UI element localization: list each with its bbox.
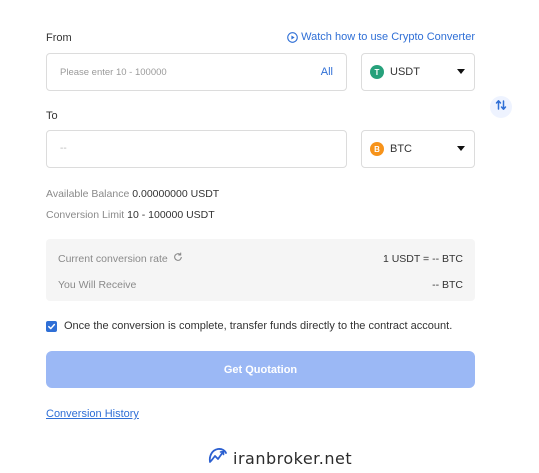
conversion-history-link[interactable]: Conversion History [46, 408, 139, 420]
play-circle-icon [287, 31, 298, 43]
conversion-limit: Conversion Limit 10 - 100000 USDT [46, 209, 215, 221]
limit-label: Conversion Limit [46, 209, 125, 221]
all-button[interactable]: All [321, 66, 333, 78]
receive-row: You Will Receive -- BTC [58, 279, 463, 291]
available-balance: Available Balance 0.00000000 USDT [46, 188, 219, 200]
transfer-text: Once the conversion is complete, transfe… [64, 320, 453, 332]
from-label: From [46, 32, 72, 44]
watch-tutorial-label: Watch how to use Crypto Converter [301, 31, 475, 43]
amount-input[interactable]: Please enter 10 - 100000 All [46, 53, 347, 91]
swap-button[interactable] [490, 96, 512, 118]
current-rate-label: Current conversion rate [58, 252, 168, 265]
watermark-text: iranbroker.net [233, 449, 353, 468]
receive-value: -- BTC [432, 279, 463, 291]
from-currency-label: USDT [390, 66, 420, 78]
current-rate-row: Current conversion rate 1 USDT = -- BTC [58, 252, 463, 265]
rate-panel: Current conversion rate 1 USDT = -- BTC … [46, 239, 475, 301]
balance-label: Available Balance [46, 188, 130, 200]
watch-tutorial-link[interactable]: Watch how to use Crypto Converter [287, 31, 475, 43]
transfer-checkbox[interactable] [46, 320, 57, 332]
swap-arrows-icon [495, 98, 507, 116]
to-currency-select[interactable]: B BTC [361, 130, 475, 168]
receive-placeholder: -- [60, 143, 67, 154]
transfer-option: Once the conversion is complete, transfe… [46, 320, 452, 332]
refresh-icon[interactable] [173, 252, 183, 265]
receive-label: You Will Receive [58, 279, 137, 291]
receive-amount-field: -- [46, 130, 347, 168]
amount-placeholder: Please enter 10 - 100000 [60, 67, 167, 78]
caret-down-icon [457, 146, 465, 151]
tether-icon: T [370, 65, 384, 79]
from-currency-select[interactable]: T USDT [361, 53, 475, 91]
watermark: iranbroker.net [207, 446, 352, 471]
chart-logo-icon [207, 446, 229, 471]
caret-down-icon [457, 69, 465, 74]
to-currency-label: BTC [390, 143, 412, 155]
balance-value: 0.00000000 USDT [132, 188, 220, 200]
to-label: To [46, 110, 58, 122]
limit-value: 10 - 100000 USDT [127, 209, 215, 221]
bitcoin-icon: B [370, 142, 384, 156]
current-rate-value: 1 USDT = -- BTC [382, 252, 463, 265]
get-quotation-button[interactable]: Get Quotation [46, 351, 475, 388]
